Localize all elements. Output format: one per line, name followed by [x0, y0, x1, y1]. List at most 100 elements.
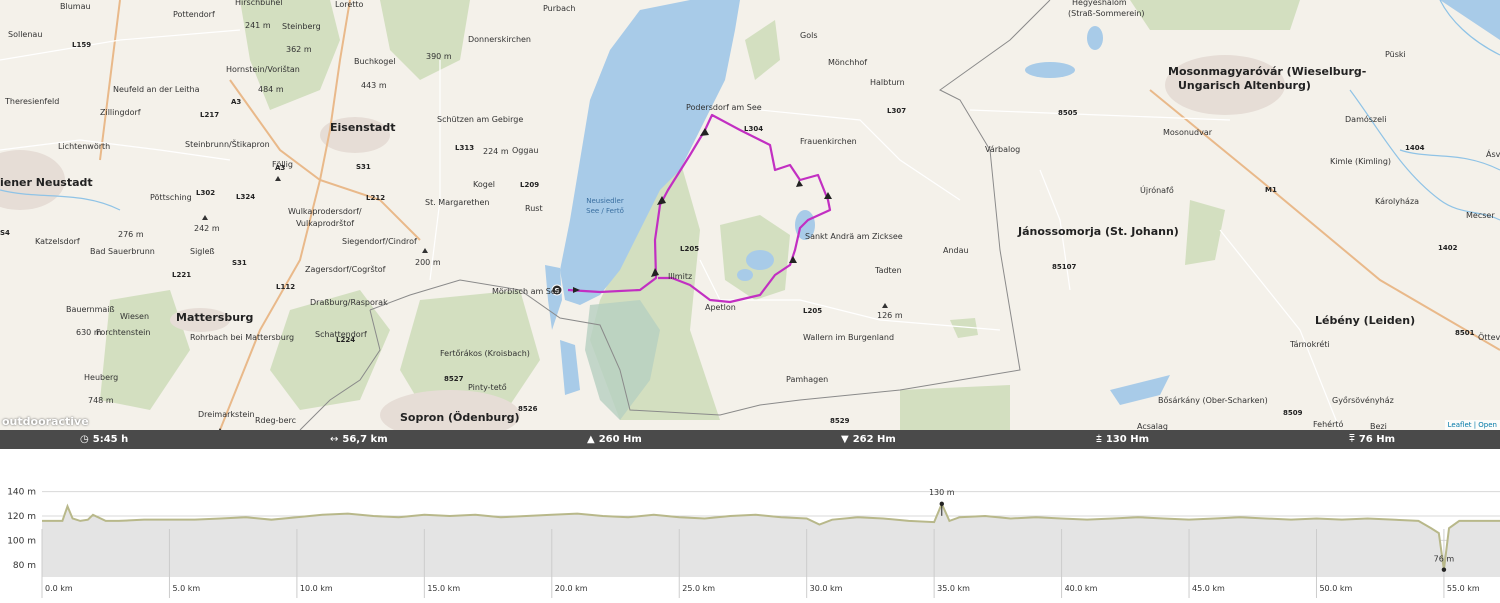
- x-tick-label: 20.0 km: [555, 584, 588, 593]
- place-label: Acsalag: [1137, 422, 1169, 430]
- place-label: Rust: [525, 204, 543, 213]
- elevation-profile[interactable]: 80 m 100 m 120 m 140 m 0.0 km 5.0 km 10.0 km 15…: [0, 449, 1500, 603]
- city-label: Sopron (Ödenburg): [400, 411, 520, 424]
- place-label: Illmitz: [668, 272, 693, 281]
- place-label: Wallern im Burgenland: [803, 333, 895, 342]
- lake-label: Neusiedler See / Fertő: [583, 196, 627, 216]
- x-tick-label: 55.0 km: [1447, 584, 1480, 593]
- place-label: Schützen am Gebirge: [437, 115, 524, 124]
- peak-elevation: 242 m: [194, 224, 220, 233]
- map-attribution[interactable]: Leaflet | Open: [1444, 420, 1500, 430]
- road-label: L159: [72, 41, 92, 49]
- map-view[interactable]: S Blumau Pottendorf Hirschbühel Loretto …: [0, 0, 1500, 430]
- place-label: Mönchhof: [828, 58, 868, 67]
- y-tick-label: 140 m: [7, 488, 36, 498]
- place-label: Steinbrunn/Štikapron: [185, 140, 270, 149]
- city-label: Mattersburg: [176, 311, 254, 324]
- stat-distance-value: 56,7 km: [342, 434, 388, 445]
- place-label: Theresienfeld: [5, 97, 60, 106]
- descent-icon: ▼: [841, 434, 849, 445]
- place-label: Fertőrákos (Kroisbach): [440, 349, 530, 358]
- road-label: 8509: [1283, 409, 1303, 417]
- stat-max-altitude-value: 130 Hm: [1105, 434, 1149, 445]
- stat-min-altitude: ⩱ 76 Hm: [1349, 430, 1395, 449]
- stat-max-altitude: ⩲ 130 Hm: [1096, 430, 1149, 449]
- road-label: 1404: [1405, 144, 1425, 152]
- place-label: Zillingdorf: [100, 108, 141, 117]
- road-label: A3: [275, 164, 286, 172]
- place-label: Wulkaprodersdorf/: [288, 207, 362, 216]
- place-label: Andau: [943, 246, 969, 255]
- peak-label: Bauernmaiß: [66, 305, 115, 314]
- peak-elevation: 241 m: [245, 21, 271, 30]
- road-label: 1402: [1438, 244, 1458, 252]
- place-label: Várbalog: [985, 145, 1021, 154]
- place-label: Károlyháza: [1375, 197, 1420, 206]
- city-label: Jánossomorja (St. Johann): [1018, 225, 1179, 238]
- road-label: L217: [200, 111, 220, 119]
- road-label: S4: [0, 229, 10, 237]
- place-label: Damószeli: [1345, 115, 1387, 124]
- place-label: Sankt Andrä am Zicksee: [805, 232, 903, 241]
- place-label: Hegyeshalom: [1072, 0, 1127, 7]
- road-label: S31: [232, 259, 247, 267]
- peak-elevation: 200 m: [415, 258, 441, 267]
- place-label: Dreimarkstein: [198, 410, 255, 419]
- place-label: Tadten: [875, 266, 902, 275]
- min-marker-dot: [1441, 567, 1447, 572]
- city-label: iener Neustadt: [0, 176, 93, 189]
- max-altitude-icon: ⩲: [1096, 434, 1102, 445]
- stat-descent-value: 262 Hm: [852, 434, 896, 445]
- peak-elevation: 276 m: [118, 230, 144, 239]
- lake-label-line-1: Neusiedler: [586, 197, 624, 205]
- place-label: Donnerskirchen: [468, 35, 532, 44]
- place-label: Ásv: [1486, 150, 1500, 159]
- distance-icon: ↔: [330, 434, 339, 445]
- place-label: Frauenkirchen: [800, 137, 857, 146]
- place-label: Pinty-tető: [468, 383, 507, 392]
- place-label: Draßburg/Rasporak: [310, 298, 388, 307]
- place-label: Podersdorf am See: [686, 103, 762, 112]
- place-label: Tárnokréti: [1290, 340, 1330, 349]
- place-label: Vulkaprodrštof: [296, 219, 355, 228]
- x-tick-label: 0.0 km: [45, 584, 73, 593]
- y-tick-label: 120 m: [7, 512, 36, 522]
- place-label: Hirschbühel: [235, 0, 283, 7]
- stat-descent: ▼ 262 Hm: [841, 430, 896, 449]
- x-tick-label: 10.0 km: [300, 584, 333, 593]
- place-label: Kogel: [473, 180, 495, 189]
- outdooractive-logo: outdooractive: [2, 415, 89, 428]
- place-label: Blumau: [60, 2, 91, 11]
- place-label: Mecser: [1466, 211, 1495, 220]
- place-label: Sigleß: [190, 247, 215, 256]
- elevation-profile-chart[interactable]: 80 m 100 m 120 m 140 m 0.0 km 5.0 km 10.0 km 15…: [0, 449, 1500, 603]
- road-label: S31: [356, 163, 371, 171]
- place-label: Bad Sauerbrunn: [90, 247, 155, 256]
- road-label: L221: [172, 271, 192, 279]
- stat-min-altitude-value: 76 Hm: [1358, 434, 1396, 445]
- place-label: Sollenau: [8, 30, 43, 39]
- place-label: (Straß-Sommerein): [1068, 9, 1145, 18]
- tour-stats-bar: ◷ 5:45 h ↔ 56,7 km ▲ 260 Hm ▼ 262 Hm ⩲ 130 Hm…: [0, 430, 1500, 449]
- x-tick-label: 40.0 km: [1065, 584, 1098, 593]
- place-label: Apetlon: [705, 303, 736, 312]
- place-label: Rdeg-berc: [255, 416, 297, 425]
- place-label: Kimle (Kimling): [1330, 157, 1392, 166]
- y-tick-label: 100 m: [7, 536, 36, 546]
- peak-elevation: 443 m: [361, 81, 387, 90]
- peak-elevation: 126 m: [877, 311, 903, 320]
- x-tick-label: 50.0 km: [1319, 584, 1352, 593]
- road-label: L302: [196, 189, 216, 197]
- road-label: L212: [366, 194, 386, 202]
- place-label: Purbach: [543, 4, 576, 13]
- peak-label: Steinberg: [282, 22, 321, 31]
- clock-icon: ◷: [80, 434, 89, 445]
- place-label: Győrsövényház: [1332, 396, 1394, 405]
- stat-ascent-value: 260 Hm: [598, 434, 642, 445]
- road-label: 8505: [1058, 109, 1078, 117]
- road-label: 85107: [1052, 263, 1077, 271]
- peak-label: Heuberg: [84, 373, 119, 382]
- road-label: A3: [231, 98, 242, 106]
- road-label: L304: [744, 125, 764, 133]
- city-label: Lébény (Leiden): [1315, 314, 1416, 327]
